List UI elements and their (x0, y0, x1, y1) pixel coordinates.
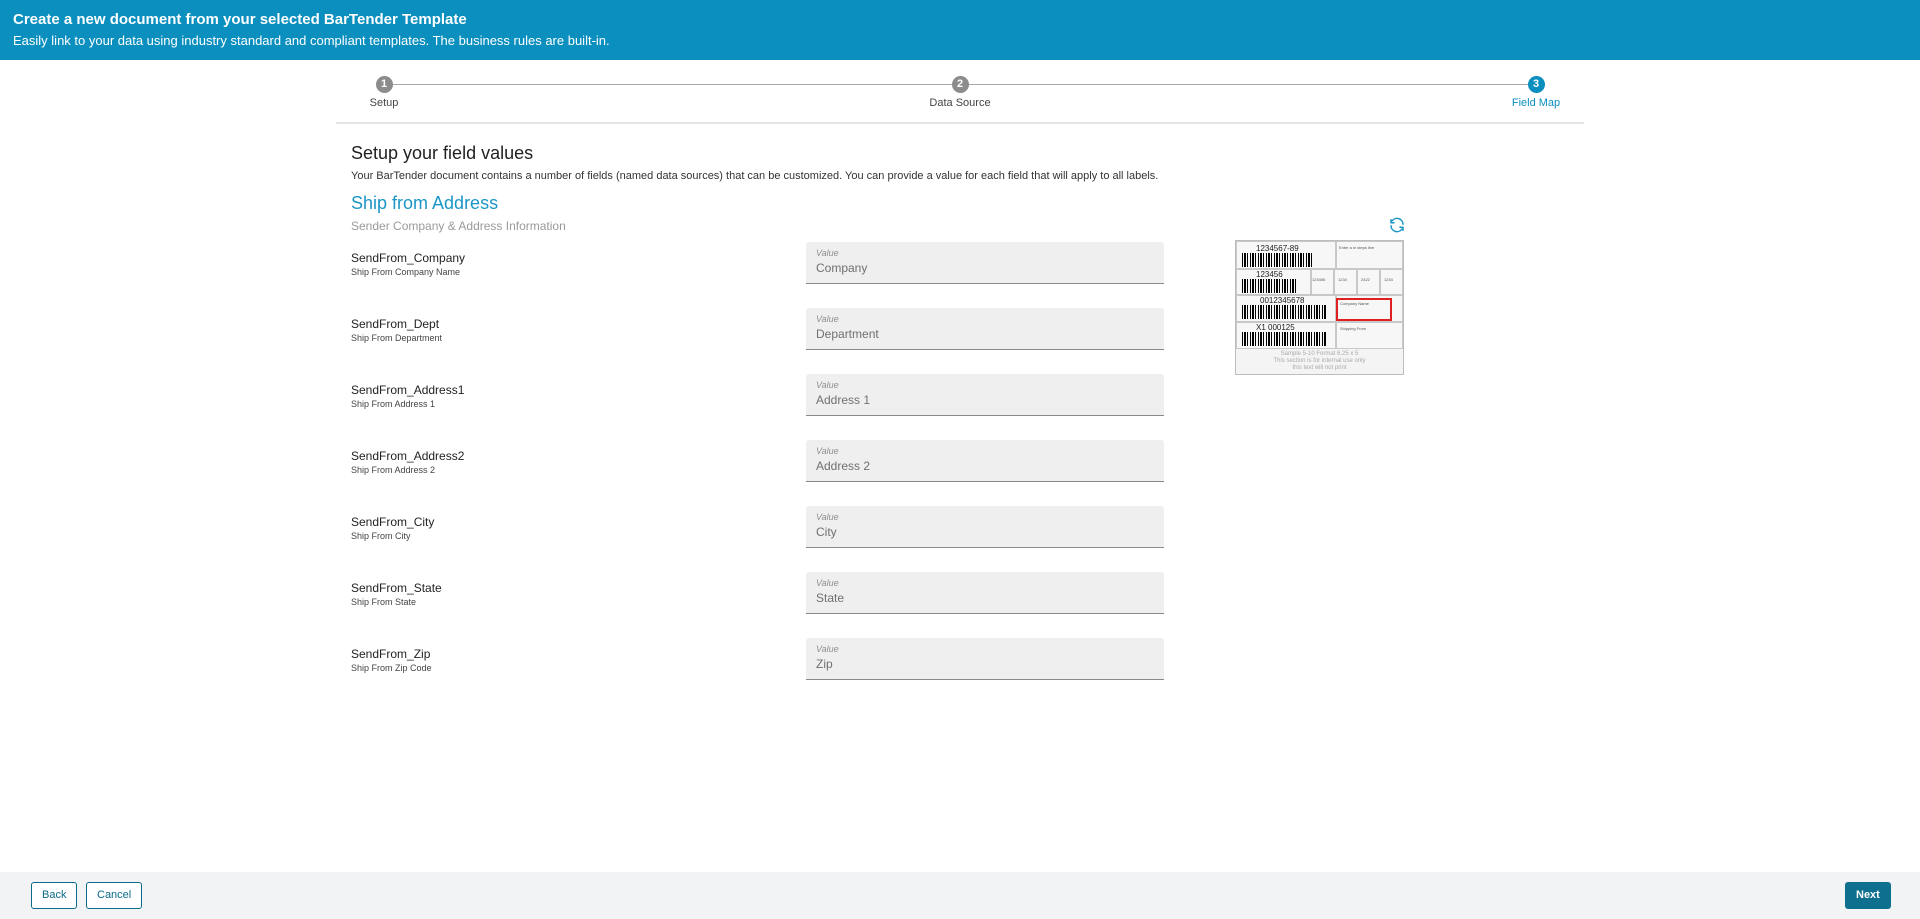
field-row: SendFrom_Address1 Ship From Address 1 Va… (351, 372, 1164, 438)
step-label: Field Map (1511, 97, 1561, 109)
next-button[interactable]: Next (1845, 882, 1891, 909)
preview-cell (1357, 269, 1380, 295)
preview-note: 1234 (1384, 277, 1393, 282)
preview-number: 123456 (1256, 270, 1283, 279)
field-name: SendFrom_Company (351, 251, 466, 265)
page-header: Create a new document from your selected… (0, 0, 1920, 60)
field-row: SendFrom_State Ship From State Value (351, 570, 1164, 636)
city-input[interactable] (816, 525, 1154, 539)
refresh-icon[interactable] (1388, 216, 1406, 234)
field-row: SendFrom_Address2 Ship From Address 2 Va… (351, 438, 1164, 504)
value-label: Value (816, 446, 839, 456)
barcode-graphic (1242, 305, 1326, 319)
step-number: 1 (375, 76, 393, 93)
preview-cell (1334, 269, 1357, 295)
city-field[interactable]: Value (806, 506, 1164, 548)
label-preview: 1234567-89 Enter a in steps line 123456 … (1235, 240, 1404, 375)
preview-number: 1234567-89 (1256, 244, 1299, 253)
preview-note: Sample 5-10 Format 6.25 x 5 (1280, 351, 1359, 357)
field-row: SendFrom_Zip Ship From Zip Code Value (351, 636, 1164, 702)
wizard-stepper: 1 Setup 2 Data Source 3 Field Map (336, 60, 1584, 124)
zip-field[interactable]: Value (806, 638, 1164, 680)
header-title: Create a new document from your selected… (13, 11, 467, 28)
step-data-source[interactable]: 2 Data Source (905, 76, 1015, 109)
field-highlight-box (1336, 298, 1392, 321)
field-name: SendFrom_Dept (351, 317, 440, 331)
back-button[interactable]: Back (31, 882, 78, 909)
field-list: SendFrom_Company Ship From Company Name … (351, 240, 1164, 702)
company-input[interactable] (816, 261, 1154, 275)
state-input[interactable] (816, 591, 1154, 605)
field-row: SendFrom_Dept Ship From Department Value (351, 306, 1164, 372)
field-name: SendFrom_State (351, 581, 442, 595)
field-description: Ship From Address 2 (351, 465, 436, 475)
field-name: SendFrom_Zip (351, 647, 431, 661)
preview-number: X1 000125 (1256, 323, 1295, 332)
step-label: Setup (369, 97, 399, 109)
preview-note: 123456 (1312, 277, 1326, 282)
preview-note: this text will not print (1292, 365, 1347, 371)
field-description: Ship From Address 1 (351, 399, 436, 409)
address1-input[interactable] (816, 393, 1154, 407)
barcode-graphic (1242, 332, 1326, 346)
step-number: 3 (1527, 76, 1545, 93)
field-row: SendFrom_Company Ship From Company Name … (351, 240, 1164, 306)
step-label: Data Source (929, 97, 991, 109)
section-subtitle: Sender Company & Address Information (351, 219, 566, 233)
company-field[interactable]: Value (806, 242, 1164, 284)
barcode-graphic (1242, 279, 1298, 293)
preview-note: 1234 (1338, 277, 1347, 282)
address2-field[interactable]: Value (806, 440, 1164, 482)
field-name: SendFrom_Address2 (351, 449, 465, 463)
field-name: SendFrom_Address1 (351, 383, 465, 397)
preview-cell (1380, 269, 1403, 295)
footer-bar: Back Cancel Next (0, 872, 1920, 919)
preview-note: This section is for internal use only (1273, 358, 1366, 364)
value-label: Value (816, 644, 839, 654)
value-label: Value (816, 512, 839, 522)
preview-cell (1311, 269, 1334, 295)
field-description: Ship From City (351, 531, 411, 541)
preview-note: Shipping From (1340, 326, 1367, 331)
step-number: 2 (951, 76, 969, 93)
preview-footer-text: Sample 5-10 Format 6.25 x 5 This section… (1236, 351, 1403, 372)
value-label: Value (816, 248, 839, 258)
cancel-button[interactable]: Cancel (86, 882, 143, 909)
barcode-graphic (1242, 253, 1314, 267)
field-name: SendFrom_City (351, 515, 435, 529)
page-description: Your BarTender document contains a numbe… (351, 170, 1159, 182)
field-description: Ship From Department (351, 333, 443, 343)
preview-number: 0012345678 (1260, 296, 1305, 305)
zip-input[interactable] (816, 657, 1154, 671)
header-subtitle: Easily link to your data using industry … (13, 33, 610, 48)
step-setup[interactable]: 1 Setup (329, 76, 439, 109)
value-label: Value (816, 380, 839, 390)
step-field-map[interactable]: 3 Field Map (1481, 76, 1591, 109)
address2-input[interactable] (816, 459, 1154, 473)
state-field[interactable]: Value (806, 572, 1164, 614)
preview-note: 2422 (1361, 277, 1370, 282)
field-description: Ship From Company Name (351, 267, 461, 277)
value-label: Value (816, 578, 839, 588)
field-description: Ship From Zip Code (351, 663, 432, 673)
department-input[interactable] (816, 327, 1154, 341)
section-title: Ship from Address (351, 193, 499, 213)
value-label: Value (816, 314, 839, 324)
field-description: Ship From State (351, 597, 417, 607)
field-row: SendFrom_City Ship From City Value (351, 504, 1164, 570)
address1-field[interactable]: Value (806, 374, 1164, 416)
main-content: Setup your field values Your BarTender d… (351, 140, 1421, 234)
department-field[interactable]: Value (806, 308, 1164, 350)
page-title: Setup your field values (351, 143, 534, 163)
preview-note: Enter a in steps line (1339, 245, 1375, 250)
